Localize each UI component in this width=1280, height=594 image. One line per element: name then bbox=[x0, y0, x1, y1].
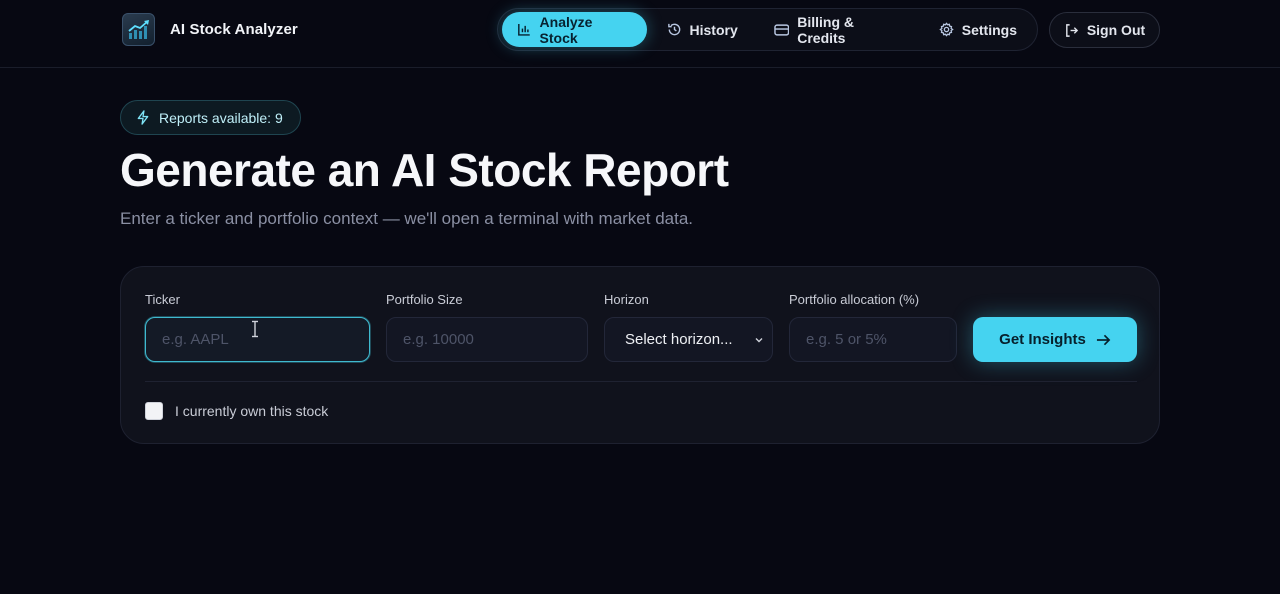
lightning-icon bbox=[137, 110, 149, 125]
page-subtitle: Enter a ticker and portfolio context — w… bbox=[120, 209, 694, 228]
nav-history[interactable]: History bbox=[651, 12, 754, 47]
ticker-label: Ticker bbox=[145, 292, 180, 307]
allocation-input[interactable] bbox=[789, 317, 957, 362]
gear-icon bbox=[939, 22, 954, 37]
credit-card-icon bbox=[773, 23, 789, 36]
text-cursor-icon bbox=[252, 320, 258, 338]
horizon-label: Horizon bbox=[604, 292, 649, 307]
report-form-card: Ticker Portfolio Size Horizon Select hor… bbox=[120, 266, 1160, 444]
chart-trend-up-icon bbox=[122, 13, 155, 46]
sign-out-button[interactable]: Sign Out bbox=[1049, 12, 1160, 48]
chevron-down-icon bbox=[755, 337, 763, 342]
badge-label: Reports available: 9 bbox=[159, 109, 283, 126]
nav-billing-credits[interactable]: Billing & Credits bbox=[758, 12, 919, 47]
brand[interactable]: AI Stock Analyzer bbox=[122, 13, 298, 46]
get-insights-label: Get Insights bbox=[999, 331, 1086, 348]
sign-out-label: Sign Out bbox=[1086, 22, 1146, 38]
own-stock-checkbox[interactable] bbox=[145, 402, 163, 420]
own-stock-label: I currently own this stock bbox=[175, 403, 329, 419]
horizon-select[interactable]: Select horizon... bbox=[604, 317, 773, 362]
horizon-selected-value: Select horizon... bbox=[625, 331, 733, 348]
reports-available-badge: Reports available: 9 bbox=[120, 100, 301, 135]
allocation-label: Portfolio allocation (%) bbox=[789, 292, 920, 307]
bar-chart-icon bbox=[518, 24, 530, 36]
own-stock-row: I currently own this stock bbox=[145, 402, 328, 420]
portfolio-size-input[interactable] bbox=[386, 317, 588, 362]
form-divider bbox=[145, 381, 1137, 382]
nav-label: Analyze Stock bbox=[539, 13, 593, 46]
nav-label: Billing & Credits bbox=[797, 13, 855, 46]
main-nav: Analyze Stock History Billing & Credits … bbox=[497, 8, 1038, 51]
arrow-right-icon bbox=[1096, 334, 1111, 345]
nav-analyze-stock[interactable]: Analyze Stock bbox=[502, 12, 647, 47]
portfolio-size-label: Portfolio Size bbox=[386, 292, 463, 307]
nav-label: Settings bbox=[961, 21, 1017, 38]
nav-settings[interactable]: Settings bbox=[923, 12, 1033, 47]
get-insights-button[interactable]: Get Insights bbox=[973, 317, 1137, 362]
brand-name: AI Stock Analyzer bbox=[170, 21, 298, 38]
top-bar: AI Stock Analyzer Analyze Stock History … bbox=[0, 0, 1280, 68]
sign-out-icon bbox=[1065, 23, 1078, 37]
nav-label: History bbox=[689, 21, 738, 38]
history-icon bbox=[667, 23, 680, 36]
page-title: Generate an AI Stock Report bbox=[120, 144, 729, 196]
